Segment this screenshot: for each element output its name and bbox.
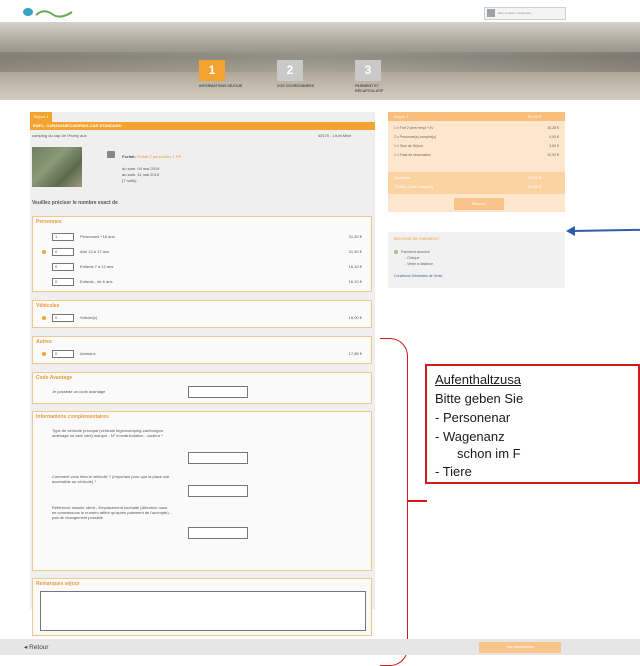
reference-label: Référence dossier client - Emplacement s… <box>52 505 172 520</box>
row-price: 16,10 € <box>348 279 362 284</box>
precise-text: Veuillez préciser le nombre exact de <box>32 200 118 206</box>
remarks-textarea[interactable] <box>40 591 366 631</box>
product-bar: EMPL. CARAVANE/CAMPING-CAR STANDARD <box>30 122 375 130</box>
deposit-label: Acompte <box>394 175 410 180</box>
annotation-arrow <box>571 228 640 232</box>
row-label: Ado 13 à 17 ans <box>80 249 110 254</box>
camping-name: camping du cap de l'Homy aux <box>32 133 87 138</box>
persons-row: 1 Personnes +18 ans 31,50 € <box>42 233 362 242</box>
qty-input[interactable]: 0 <box>52 314 74 322</box>
step-2-label: VOS COORDONNÉES <box>277 84 315 88</box>
payment-title: MOYENS DE PAIEMENT <box>394 236 440 241</box>
back-label: Retour <box>29 644 49 651</box>
summary-head-left: Séjour 1 <box>394 114 409 119</box>
info-dot-icon <box>42 352 46 356</box>
camping-place: 40170 - Lit-et-Mixe <box>318 133 352 138</box>
animals-row: 0 Animaux 17,85 € <box>42 350 362 359</box>
row-price: 31,50 € <box>348 234 362 239</box>
nights: (7 nuits) <box>122 178 137 183</box>
persons-row: 0 Enfants 7 à 12 ans 16,10 € <box>42 263 362 272</box>
reference-input[interactable] <box>188 527 248 539</box>
row-label: Personnes +18 ans <box>80 234 115 239</box>
date-to: au sam. 11 mai 2019 <box>122 172 160 177</box>
date-from: du sam. 04 mai 2019 <box>122 166 160 171</box>
vehicle-type-input[interactable] <box>188 452 248 464</box>
campsite-photo <box>32 147 82 187</box>
camping-logo[interactable] <box>22 6 77 18</box>
step-1-label: INFORMATIONS SÉJOUR <box>199 84 243 88</box>
remarks-title: Remarques séjour <box>36 581 80 587</box>
package-link[interactable]: Forfait 2 personnes 1 PR <box>137 154 181 159</box>
reserve-button[interactable]: Réserver <box>454 198 504 210</box>
deposit-value: 10,00 € <box>528 175 542 180</box>
qty-input[interactable]: 0 <box>52 350 74 358</box>
vehicles-title: Véhicules <box>36 303 60 309</box>
note-line: Aufenthaltzusa <box>435 372 522 387</box>
payment-option: - Chèque <box>405 256 420 260</box>
info-dot-icon <box>42 250 46 254</box>
summary-line: 1 x Taxe de Séjour 3,60 € <box>394 144 559 148</box>
payment-option: Paiement sécurisé <box>401 250 430 254</box>
qty-input[interactable]: 0 <box>52 248 74 256</box>
qty-input[interactable]: 0 <box>52 263 74 271</box>
cgv-link[interactable]: Conditions Générales de Vente <box>394 274 442 278</box>
animals-title: Autres <box>36 339 52 345</box>
note-line: - Personenar <box>435 410 511 425</box>
vehicle-length-input[interactable] <box>188 485 248 497</box>
qty-input[interactable]: 0 <box>52 278 74 286</box>
summary-total: Acompte 10,00 € TOTAL (Tout compris) 90,… <box>388 172 565 194</box>
note-line: Bitte geben Sie <box>435 391 524 406</box>
login-button[interactable]: Mon compte / Connexion <box>484 7 566 20</box>
annotation-note: Aufenthaltzusa Bitte geben Sie - Persone… <box>425 364 640 484</box>
step-3-number[interactable]: 3 <box>355 60 381 81</box>
camera-icon[interactable] <box>107 151 115 158</box>
persons-row: 0 Enfants - de 6 ans 16,10 € <box>42 278 362 287</box>
vehicle-length-label: Comment vous êtes le véhicule ? (Importa… <box>52 474 170 484</box>
row-price: 16,10 € <box>348 264 362 269</box>
row-price: 17,85 € <box>348 351 362 356</box>
top-bar: Mon compte / Connexion <box>0 0 640 22</box>
note-line: - Tiere <box>435 464 472 479</box>
booking-steps: 1 INFORMATIONS SÉJOUR 2 VOS COORDONNÉES … <box>0 60 640 100</box>
step-2-number[interactable]: 2 <box>277 60 303 81</box>
summary-header: Séjour 1 90,00 € <box>388 112 565 121</box>
stay-tag: Séjour 1 <box>30 112 52 122</box>
row-label: Animaux <box>80 351 96 356</box>
package-label: Forfait: <box>122 154 136 159</box>
row-label: Enfants - de 6 ans <box>80 279 113 284</box>
info-dot-icon <box>42 316 46 320</box>
code-title: Code Avantage <box>36 375 73 381</box>
back-button[interactable]: ◂ Retour <box>24 643 49 651</box>
annotation-bracket <box>380 338 408 666</box>
summary-line: 1 x Forf 2 pers+empl +1V 38,28 € <box>394 126 559 130</box>
next-button[interactable]: Vos coordonnées <box>479 642 561 653</box>
persons-row: 0 Ado 13 à 17 ans 31,50 € <box>42 248 362 257</box>
row-price: 31,50 € <box>348 249 362 254</box>
login-label: Mon compte / Connexion <box>498 11 532 15</box>
summary-line: 1 x Frais de réservation 30,00 € <box>394 153 559 157</box>
step-1-number[interactable]: 1 <box>199 60 225 81</box>
row-price: 15,00 € <box>348 315 362 320</box>
total-value: 90,00 € <box>528 184 542 189</box>
vehicles-row: 0 Voiture(s) 15,00 € <box>42 314 362 323</box>
vehicle-type-label: Type de véhicule principal (véhicule lég… <box>52 428 163 438</box>
annotation-bracket-tip <box>407 500 427 502</box>
code-input[interactable] <box>188 386 248 398</box>
persons-title: Personnes <box>36 219 62 225</box>
payment-option: - Vente à distance <box>405 262 434 266</box>
summary-head-right: 90,00 € <box>528 114 542 119</box>
code-label: Je possède un code avantage <box>52 389 106 394</box>
back-arrow-icon: ◂ <box>24 644 28 651</box>
note-line: schon im F <box>457 446 521 461</box>
step-3-label: PAIEMENT ET RÉCAPITULATIF <box>355 84 384 93</box>
total-label: TOTAL (Tout compris) <box>394 184 433 189</box>
row-label: Voiture(s) <box>80 315 98 320</box>
user-icon <box>487 9 495 18</box>
secure-icon <box>394 250 398 254</box>
summary-line: 2 x Personne(s) complet(s) 0,00 € <box>394 135 559 139</box>
qty-input[interactable]: 1 <box>52 233 74 241</box>
info-title: Informations complémentaires <box>36 414 109 420</box>
row-label: Enfants 7 à 12 ans <box>80 264 114 269</box>
